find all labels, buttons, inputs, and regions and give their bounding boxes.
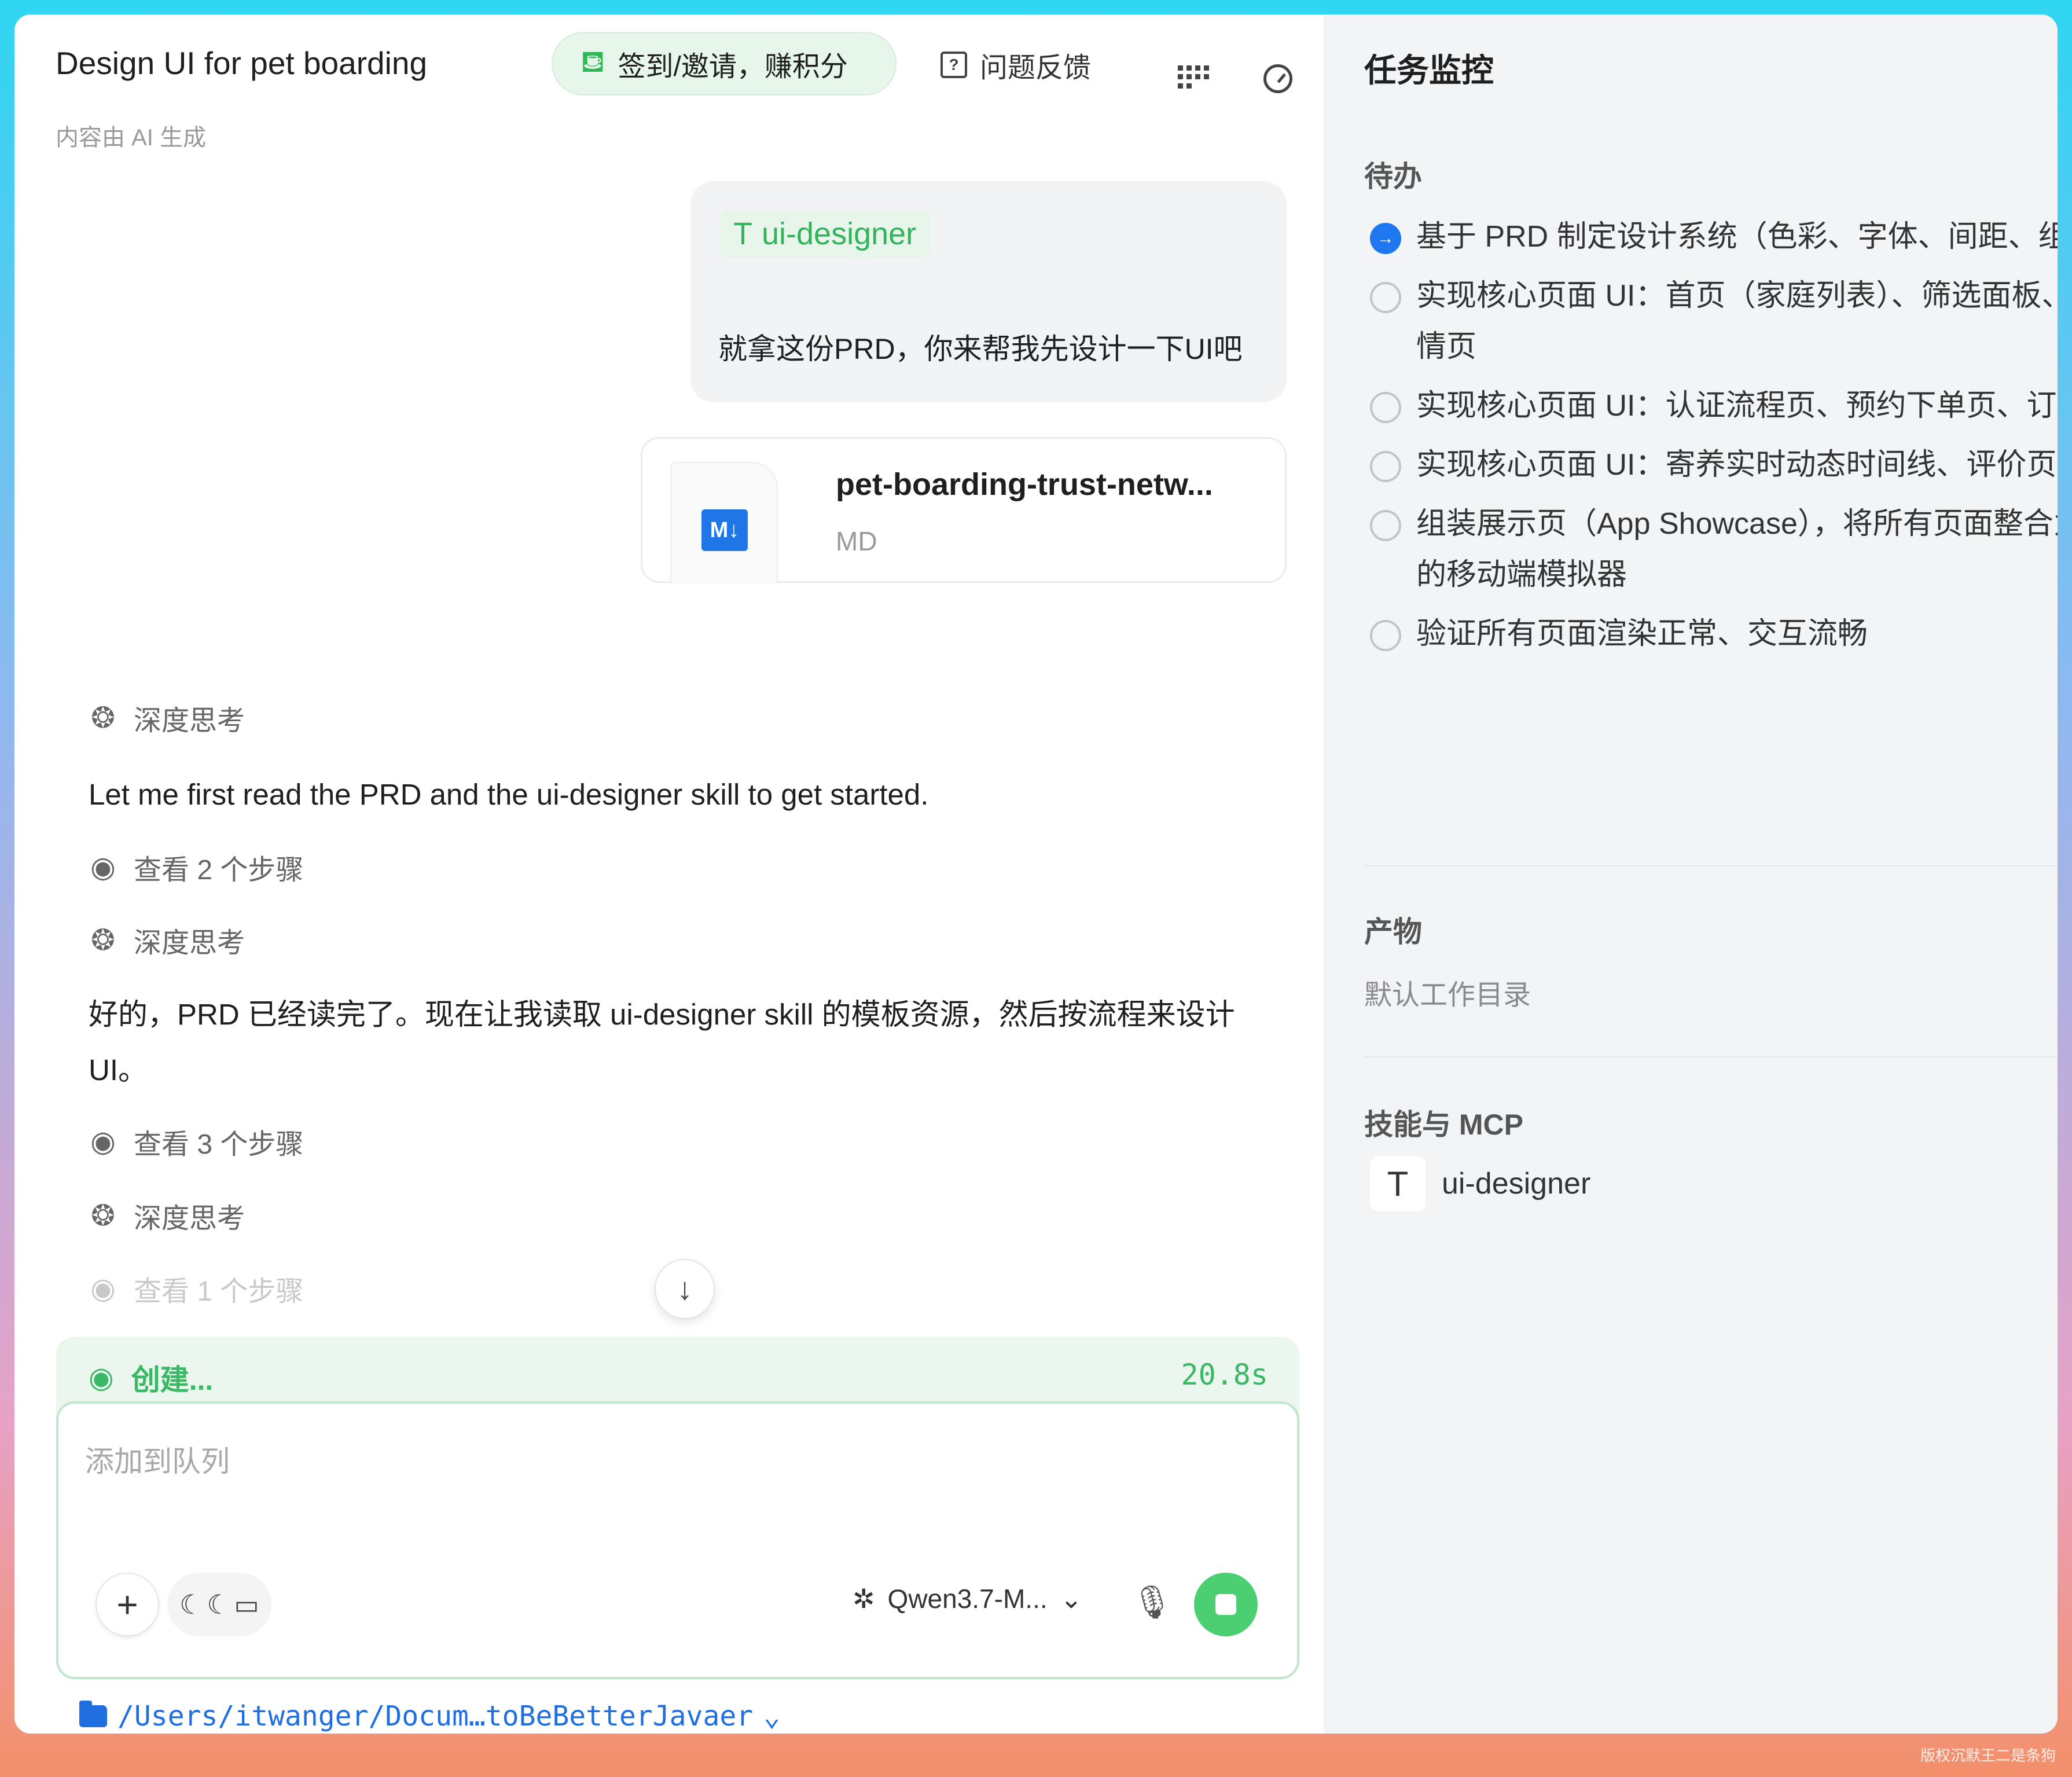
tool-icon: ☾	[179, 1589, 204, 1620]
task-monitor-panel: 任务监控 待办 ⌄ → 基于 PRD 制定设计系统（色彩、字体、间距、组件风格）…	[1324, 14, 2058, 1734]
todo-item[interactable]: → 基于 PRD 制定设计系统（色彩、字体、间距、组件风格）	[1370, 211, 2058, 262]
elapsed-time: 20.8s	[1181, 1358, 1268, 1392]
pending-circle-icon	[1370, 451, 1401, 482]
panel-title: 任务监控	[1364, 52, 1494, 89]
user-message-text: 就拿这份PRD，你来帮我先设计一下UI吧	[718, 333, 1243, 365]
todo-item[interactable]: 组装展示页（App Showcase），将所有页面整合为可交互的移动端模拟器	[1370, 498, 2058, 600]
thinking-toggle-1[interactable]: ❂ 深度思考	[89, 697, 245, 738]
chevron-down-icon: ⌄	[1060, 1584, 1083, 1614]
in-progress-icon: →	[1370, 223, 1401, 254]
todo-text: 验证所有页面渲染正常、交互流畅	[1416, 617, 1868, 651]
message-input[interactable]	[85, 1438, 1185, 1485]
section-divider	[1364, 865, 2058, 867]
todo-item[interactable]: 验证所有页面渲染正常、交互流畅	[1370, 608, 2058, 659]
feedback-button[interactable]: ? 问题反馈	[941, 39, 1091, 91]
arrow-down-icon: ↓	[677, 1272, 693, 1306]
watermark: 版权沉默王二是条狗	[1920, 1747, 2056, 1764]
todo-text: 实现核心页面 UI：寄养实时动态时间线、评价页	[1416, 448, 2057, 482]
todo-item[interactable]: 实现核心页面 UI：寄养实时动态时间线、评价页	[1370, 439, 2058, 490]
thinking-toggle-2[interactable]: ❂ 深度思考	[89, 920, 245, 960]
checkin-invite-label: 签到/邀请，赚积分	[618, 52, 848, 82]
file-type: MD	[836, 526, 877, 556]
workspace-path-selector[interactable]: /Users/itwanger/Docum…toBeBetterJavaer ⌄	[79, 1700, 780, 1732]
default-workdir[interactable]: 默认工作目录	[1364, 972, 1531, 1012]
cup-icon: ⛾	[581, 45, 605, 79]
view-steps-3[interactable]: ◉ 查看 1 个步骤	[89, 1268, 303, 1309]
thinking-label: 深度思考	[134, 706, 245, 736]
skill-t-icon: T	[733, 216, 752, 251]
skill-chip-label: ui-designer	[762, 216, 917, 251]
skill-item[interactable]: T ui-designer	[1370, 1156, 1590, 1211]
pending-circle-icon	[1370, 510, 1401, 541]
section-divider	[1364, 1056, 2058, 1058]
todo-list: → 基于 PRD 制定设计系统（色彩、字体、间距、组件风格） 实现核心页面 UI…	[1370, 211, 2058, 667]
todo-item[interactable]: 实现核心页面 UI：首页（家庭列表）、筛选面板、家庭详情页	[1370, 270, 2058, 372]
brain-icon: ❂	[91, 702, 115, 734]
user-message-bubble: T ui-designer 就拿这份PRD，你来帮我先设计一下UI吧	[690, 181, 1287, 402]
tools-group[interactable]: ☾ ☾ ▭	[167, 1573, 271, 1636]
keyboard-grid-icon[interactable]	[1178, 65, 1210, 89]
skill-chip[interactable]: T ui-designer	[719, 210, 931, 258]
eye-icon: ◉	[90, 1272, 116, 1305]
composer: + ☾ ☾ ▭ ✲ Qwen3.7-M... ⌄ 🎙	[56, 1401, 1299, 1679]
document-icon: M↓	[670, 462, 778, 585]
view-steps-label: 查看 3 个步骤	[134, 1129, 304, 1160]
view-steps-2[interactable]: ◉ 查看 3 个步骤	[89, 1121, 303, 1162]
microphone-icon: 🎙	[1131, 1584, 1173, 1620]
workspace-path: /Users/itwanger/Docum…toBeBetterJavaer	[117, 1700, 754, 1732]
chat-panel: Design UI for pet boarding 内容由 AI 生成 ⛾ 签…	[14, 14, 1324, 1734]
view-steps-label: 查看 1 个步骤	[134, 1276, 304, 1307]
pending-circle-icon	[1370, 620, 1401, 651]
skill-name: ui-designer	[1442, 1167, 1591, 1200]
scroll-to-bottom-button[interactable]: ↓	[655, 1259, 715, 1319]
status-label: 创建...	[131, 1364, 214, 1396]
thinking-label: 深度思考	[134, 1203, 245, 1234]
file-attachment-card[interactable]: M↓ pet-boarding-trust-netw... MD	[641, 437, 1287, 585]
todo-heading[interactable]: 待办	[1364, 153, 1422, 195]
checkin-invite-button[interactable]: ⛾ 签到/邀请，赚积分	[552, 32, 897, 96]
eye-icon: ◉	[90, 851, 116, 883]
model-icon: ✲	[853, 1584, 875, 1614]
skills-heading[interactable]: 技能与 MCP	[1364, 1102, 1523, 1143]
brain-icon: ❂	[91, 1199, 115, 1232]
model-selector[interactable]: ✲ Qwen3.7-M... ⌄	[853, 1583, 1082, 1614]
markdown-icon: M↓	[701, 509, 748, 551]
plus-icon: +	[116, 1584, 138, 1625]
status-indicator: ◉ 创建...	[89, 1357, 213, 1398]
todo-item[interactable]: 实现核心页面 UI：认证流程页、预约下单页、订单详情页	[1370, 380, 2058, 431]
add-attachment-button[interactable]: +	[95, 1573, 159, 1636]
app-window: Design UI for pet boarding 内容由 AI 生成 ⛾ 签…	[14, 14, 2058, 1734]
todo-text: 基于 PRD 制定设计系统（色彩、字体、间距、组件风格）	[1416, 220, 2058, 254]
monitor-icon: ▭	[234, 1589, 259, 1620]
file-name: pet-boarding-trust-netw...	[836, 467, 1213, 502]
todo-text: 实现核心页面 UI：首页（家庭列表）、筛选面板、家庭详情页	[1416, 279, 2058, 364]
feedback-label: 问题反馈	[980, 53, 1092, 83]
thinking-toggle-3[interactable]: ❂ 深度思考	[89, 1195, 245, 1236]
view-steps-label: 查看 2 个步骤	[134, 855, 304, 886]
todo-text: 实现核心页面 UI：认证流程页、预约下单页、订单详情页	[1416, 389, 2058, 423]
pending-circle-icon	[1370, 392, 1401, 423]
thinking-label: 深度思考	[134, 928, 245, 959]
speed-gauge-icon[interactable]	[1263, 64, 1292, 93]
eye-icon: ◉	[90, 1125, 116, 1158]
artifacts-heading[interactable]: 产物	[1364, 909, 1422, 950]
ai-generated-note: 内容由 AI 生成	[56, 125, 207, 150]
eye-icon: ◉	[89, 1361, 114, 1394]
feedback-icon: ?	[941, 52, 967, 78]
pending-circle-icon	[1370, 282, 1401, 313]
microphone-button[interactable]: 🎙	[1131, 1583, 1173, 1621]
tool-icon-secondary: ☾	[207, 1589, 231, 1620]
page-title: Design UI for pet boarding	[56, 45, 428, 81]
view-steps-1[interactable]: ◉ 查看 2 个步骤	[89, 847, 303, 887]
folder-icon	[79, 1701, 107, 1727]
brain-icon: ❂	[91, 924, 115, 956]
stop-icon	[1215, 1594, 1236, 1615]
todo-text: 组装展示页（App Showcase），将所有页面整合为可交互的移动端模拟器	[1416, 507, 2058, 592]
chevron-down-icon: ⌄	[763, 1700, 781, 1732]
assistant-message-2: 好的，PRD 已经读完了。现在让我读取 ui-designer skill 的模…	[89, 998, 1235, 1086]
stop-generation-button[interactable]	[1194, 1573, 1258, 1636]
assistant-message-1: Let me first read the PRD and the ui-des…	[89, 778, 929, 811]
skill-t-icon: T	[1370, 1156, 1426, 1211]
model-name: Qwen3.7-M...	[887, 1584, 1048, 1614]
